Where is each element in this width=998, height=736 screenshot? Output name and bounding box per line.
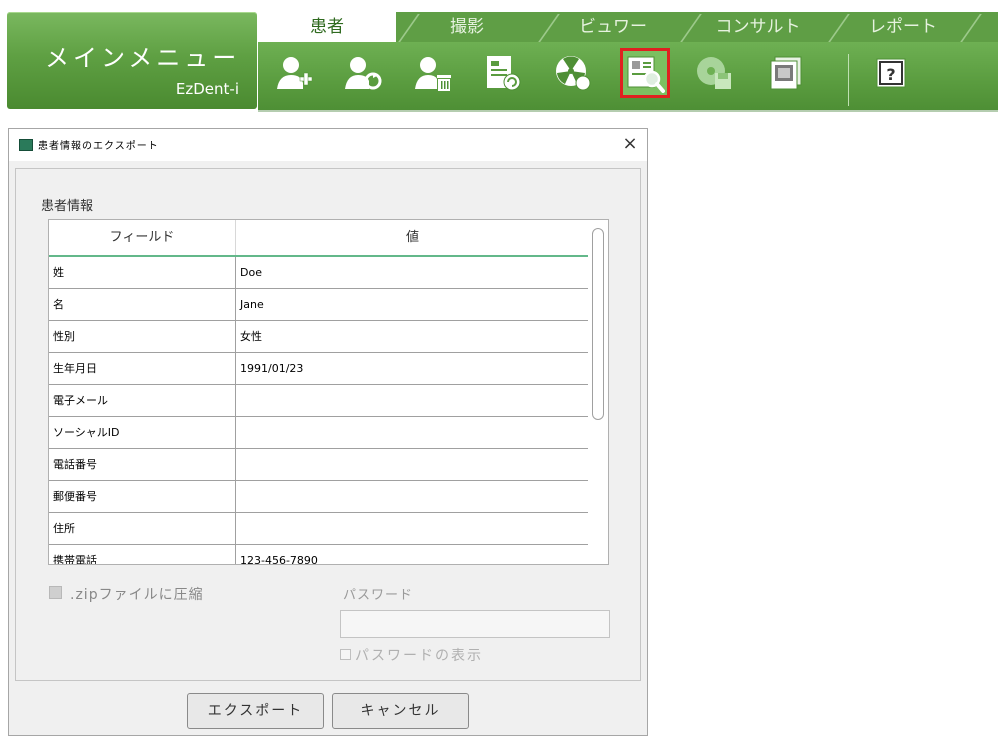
value-cell[interactable]: Jane	[236, 289, 589, 320]
app-header: メインメニュー EzDent-i 患者 撮影 ビュワー コンサルト レポート ?	[0, 0, 998, 118]
table-body: 姓 Doe 名 Jane 性別 女性 生年月日 1991/01/23 電子メール…	[49, 257, 589, 564]
field-cell: 名	[49, 289, 236, 320]
help-icon: ?	[876, 58, 906, 88]
value-cell[interactable]: 女性	[236, 321, 589, 352]
tab-consult[interactable]: コンサルト	[683, 12, 833, 42]
export-button[interactable]: エクスポート	[187, 693, 324, 729]
module-tabs: 患者 撮影 ビュワー コンサルト レポート	[258, 12, 998, 42]
zip-compress-checkbox[interactable]	[49, 586, 62, 599]
field-cell: 郵便番号	[49, 481, 236, 512]
disk-save-icon	[697, 57, 731, 89]
svg-text:?: ?	[886, 65, 895, 84]
cancel-button[interactable]: キャンセル	[332, 693, 469, 729]
column-header-field[interactable]: フィールド	[49, 220, 236, 255]
edit-patient-icon	[345, 57, 382, 90]
radiation-icon	[556, 56, 591, 91]
password-label: パスワード	[343, 588, 414, 603]
photo-album-button[interactable]	[760, 48, 810, 98]
table-row[interactable]: 携帯電話 123-456-7890	[49, 545, 589, 564]
value-cell[interactable]	[236, 417, 589, 448]
help-button[interactable]: ?	[866, 48, 916, 98]
delete-patient-icon	[415, 57, 451, 91]
table-row[interactable]: 名 Jane	[49, 289, 589, 321]
export-patient-dialog: 患者情報のエクスポート × 患者情報 フィールド 値 姓 Doe 名 Jane …	[8, 128, 648, 736]
show-password-label: パスワードの表示	[355, 648, 483, 664]
tab-report[interactable]: レポート	[833, 12, 973, 42]
value-cell[interactable]: Doe	[236, 257, 589, 288]
add-patient-icon	[277, 57, 313, 89]
dialog-app-icon	[19, 139, 33, 151]
table-scrollbar[interactable]	[588, 220, 608, 564]
table-row[interactable]: 生年月日 1991/01/23	[49, 353, 589, 385]
patient-record-refresh-icon	[487, 56, 521, 91]
table-row[interactable]: 電話番号	[49, 449, 589, 481]
disk-save-button[interactable]	[690, 48, 740, 98]
table-row[interactable]: 住所	[49, 513, 589, 545]
tab-capture[interactable]: 撮影	[398, 12, 536, 42]
toolbar-separator	[848, 54, 849, 106]
main-menu-button[interactable]: メインメニュー EzDent-i	[7, 12, 257, 109]
edit-patient-button[interactable]	[338, 48, 388, 98]
field-cell: 生年月日	[49, 353, 236, 384]
value-cell[interactable]	[236, 481, 589, 512]
patient-export-button[interactable]	[620, 48, 670, 98]
value-cell[interactable]: 1991/01/23	[236, 353, 589, 384]
main-menu-title: メインメニュー	[45, 44, 241, 72]
close-icon[interactable]: ×	[619, 132, 641, 156]
table-row[interactable]: ソーシャルID	[49, 417, 589, 449]
tab-patient[interactable]: 患者	[258, 12, 396, 42]
delete-patient-button[interactable]	[408, 48, 458, 98]
radiation-button[interactable]	[548, 48, 598, 98]
photo-album-icon	[770, 56, 802, 90]
table-row[interactable]: 電子メール	[49, 385, 589, 417]
scrollbar-thumb[interactable]	[592, 228, 604, 420]
patient-record-refresh-button[interactable]	[478, 48, 528, 98]
show-password-checkbox[interactable]	[340, 649, 351, 660]
table-row[interactable]: 性別 女性	[49, 321, 589, 353]
patient-export-icon	[627, 56, 665, 93]
field-cell: 電話番号	[49, 449, 236, 480]
field-cell: 携帯電話	[49, 545, 236, 564]
column-header-value[interactable]: 値	[236, 220, 589, 255]
patient-toolbar: ?	[258, 42, 998, 110]
password-input[interactable]	[340, 610, 610, 638]
main-menu-subtitle: EzDent-i	[175, 80, 239, 98]
value-cell[interactable]	[236, 385, 589, 416]
toolbar-bottom-border	[258, 110, 998, 112]
value-cell[interactable]	[236, 513, 589, 544]
add-patient-button[interactable]	[270, 48, 320, 98]
zip-compress-label: .zipファイルに圧縮	[70, 587, 204, 603]
table-row[interactable]: 郵便番号	[49, 481, 589, 513]
table-header: フィールド 値	[49, 220, 589, 257]
tab-viewer[interactable]: ビュワー	[543, 12, 683, 42]
patient-info-label: 患者情報	[41, 199, 94, 214]
field-cell: 電子メール	[49, 385, 236, 416]
table-row[interactable]: 姓 Doe	[49, 257, 589, 289]
dialog-titlebar[interactable]: 患者情報のエクスポート ×	[9, 129, 647, 161]
field-cell: 住所	[49, 513, 236, 544]
field-cell: ソーシャルID	[49, 417, 236, 448]
patient-info-table: フィールド 値 姓 Doe 名 Jane 性別 女性 生年月日 1991/01/…	[48, 219, 609, 565]
field-cell: 姓	[49, 257, 236, 288]
field-cell: 性別	[49, 321, 236, 352]
value-cell[interactable]	[236, 449, 589, 480]
value-cell[interactable]: 123-456-7890	[236, 545, 589, 564]
dialog-title: 患者情報のエクスポート	[38, 141, 159, 152]
